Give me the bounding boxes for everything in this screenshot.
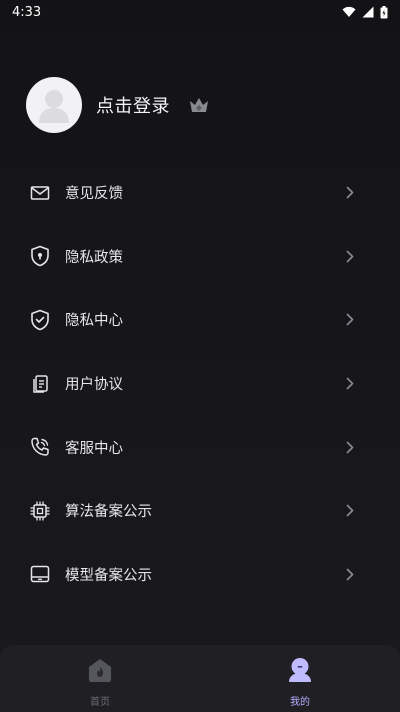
menu-item-algorithm-filing[interactable]: 算法备案公示 <box>0 479 400 543</box>
phone-icon <box>28 435 52 459</box>
menu-item-label: 用户协议 <box>65 377 123 394</box>
status-time: 4:33 <box>12 4 42 20</box>
bottom-tab-bar: 首页 我的 <box>0 645 400 712</box>
user-icon <box>286 656 314 688</box>
menu-item-user-agreement[interactable]: 用户协议 <box>0 352 400 416</box>
menu-item-label: 隐私政策 <box>65 249 123 266</box>
menu-item-feedback[interactable]: 意见反馈 <box>0 161 400 225</box>
crown-icon <box>188 96 210 114</box>
menu-item-privacy-policy[interactable]: 隐私政策 <box>0 225 400 289</box>
document-icon <box>28 372 52 396</box>
settings-menu: 意见反馈 隐私政策 隐私中心 用户协议 客服中心 算法备案公示 模型备案公示 <box>0 161 400 606</box>
profile-header[interactable]: 点击登录 <box>26 76 210 134</box>
menu-item-label: 模型备案公示 <box>65 567 152 584</box>
status-bar: 4:33 <box>0 0 400 24</box>
menu-item-customer-service[interactable]: 客服中心 <box>0 415 400 479</box>
chevron-right-icon <box>344 439 356 455</box>
avatar[interactable] <box>26 77 82 133</box>
menu-item-label: 算法备案公示 <box>65 504 152 521</box>
chevron-right-icon <box>344 248 356 264</box>
battery-icon <box>380 5 388 19</box>
login-label[interactable]: 点击登录 <box>96 92 170 118</box>
tab-home[interactable]: 首页 <box>0 645 200 712</box>
status-icons <box>342 5 388 19</box>
home-flame-icon <box>86 656 114 688</box>
default-avatar-icon <box>39 90 69 123</box>
tab-label: 我的 <box>290 697 310 708</box>
chevron-right-icon <box>344 185 356 201</box>
chevron-right-icon <box>344 312 356 328</box>
menu-item-label: 客服中心 <box>65 440 123 457</box>
wifi-icon <box>342 6 356 18</box>
shield-lock-icon <box>28 244 52 268</box>
menu-item-model-filing[interactable]: 模型备案公示 <box>0 543 400 607</box>
menu-item-label: 隐私中心 <box>65 313 123 330</box>
tab-label: 首页 <box>90 697 110 708</box>
chevron-right-icon <box>344 376 356 392</box>
chip-icon <box>28 499 52 523</box>
menu-item-privacy-center[interactable]: 隐私中心 <box>0 288 400 352</box>
chevron-right-icon <box>344 503 356 519</box>
tablet-icon <box>28 562 52 586</box>
menu-item-label: 意见反馈 <box>65 186 123 203</box>
signal-icon <box>362 6 374 18</box>
mail-icon <box>28 181 52 205</box>
chevron-right-icon <box>344 566 356 582</box>
tab-mine[interactable]: 我的 <box>200 645 400 712</box>
shield-check-icon <box>28 308 52 332</box>
